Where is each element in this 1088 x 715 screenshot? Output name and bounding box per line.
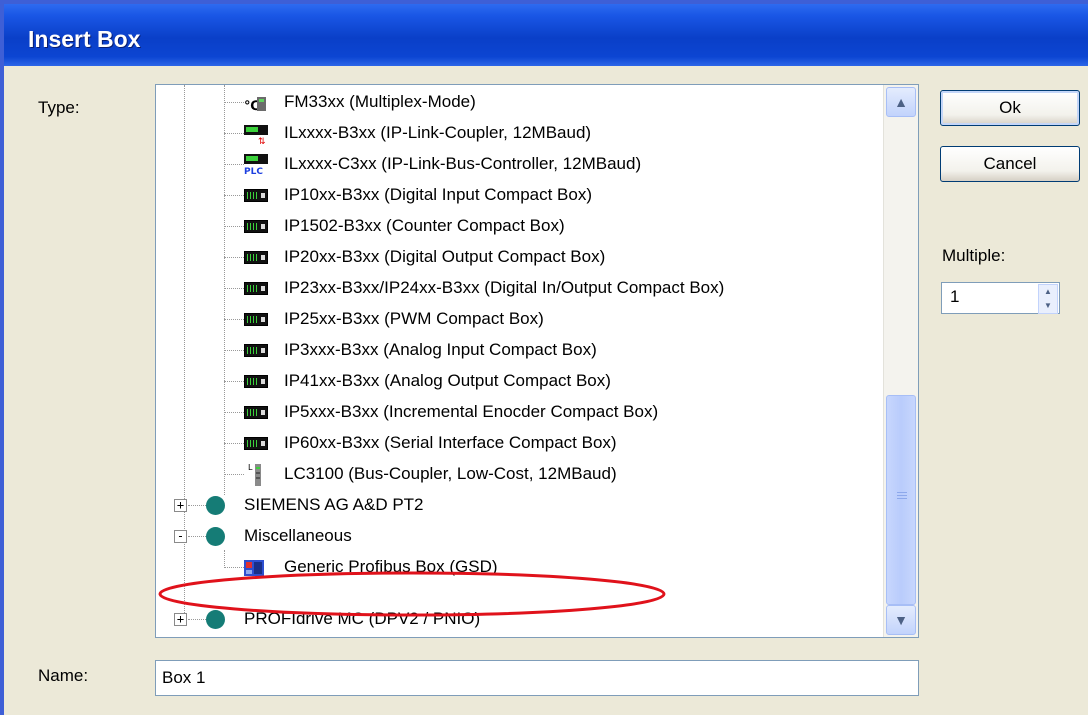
vendor-icon — [206, 610, 225, 629]
tree-item-label: ILxxxx-C3xx (IP-Link-Bus-Controller, 12M… — [284, 154, 642, 173]
tree-item-label: IP3xxx-B3xx (Analog Input Compact Box) — [284, 340, 597, 359]
compact-box-icon — [244, 344, 268, 357]
tree-item-ilxxxx-c3xx[interactable]: PLC ILxxxx-C3xx (IP-Link-Bus-Controller,… — [156, 149, 876, 179]
chevron-up-icon: ▲ — [894, 94, 908, 110]
compact-box-icon — [244, 406, 268, 419]
compact-box-icon — [244, 251, 268, 264]
multiple-value: 1 — [950, 287, 960, 306]
compact-box-icon — [244, 189, 268, 202]
tree-item-ip5xxx[interactable]: IP5xxx-B3xx (Incremental Enocder Compact… — [156, 397, 876, 427]
expand-toggle[interactable]: + — [174, 499, 187, 512]
tree-item-label: IP10xx-B3xx (Digital Input Compact Box) — [284, 185, 593, 204]
name-field[interactable]: Box 1 — [155, 660, 919, 696]
bus-coupler-icon: L — [248, 462, 264, 488]
svg-text:L: L — [248, 463, 253, 472]
tree-item-ip25xx[interactable]: IP25xx-B3xx (PWM Compact Box) — [156, 304, 876, 334]
tree-item-label: PROFIdrive MC (DPV2 / PNIO) — [244, 609, 481, 628]
tree-item-label: IP5xxx-B3xx (Incremental Enocder Compact… — [284, 402, 659, 421]
tree-item-label: IP20xx-B3xx (Digital Output Compact Box) — [284, 247, 606, 266]
profibus-box-icon — [244, 558, 266, 576]
scroll-up-button[interactable]: ▲ — [886, 87, 916, 117]
tree-item-label: IP23xx-B3xx/IP24xx-B3xx (Digital In/Outp… — [284, 278, 725, 297]
compact-box-icon — [244, 220, 268, 233]
tree-item-label: IP60xx-B3xx (Serial Interface Compact Bo… — [284, 433, 617, 452]
tree-item-label: IP41xx-B3xx (Analog Output Compact Box) — [284, 371, 611, 390]
tree-item-siemens[interactable]: + SIEMENS AG A&D PT2 — [156, 490, 876, 520]
compact-box-icon — [244, 313, 268, 326]
chevron-down-icon: ▼ — [894, 612, 908, 628]
type-tree[interactable]: ℃ FM33xx (Multiplex-Mode) ⇅ ILxxxx-B3xx … — [155, 84, 919, 638]
svg-text:PLC: PLC — [244, 167, 263, 175]
title-bar[interactable]: Insert Box — [4, 4, 1088, 66]
tree-item-lc3100[interactable]: L LC3100 (Bus-Coupler, Low-Cost, 12MBaud… — [156, 459, 876, 489]
coupler-icon: ⇅ — [244, 124, 270, 147]
type-label: Type: — [38, 98, 80, 117]
plc-controller-icon: PLC — [244, 153, 270, 177]
tree-item-label: ILxxxx-B3xx (IP-Link-Coupler, 12MBaud) — [284, 123, 592, 142]
tree-item-ip1502[interactable]: IP1502-B3xx (Counter Compact Box) — [156, 211, 876, 241]
multiple-label: Multiple: — [942, 246, 1006, 265]
scrollbar-thumb[interactable] — [886, 395, 916, 605]
name-value: Box 1 — [162, 668, 206, 687]
fm-module-icon: ℃ — [244, 93, 268, 114]
tree-scrollbar[interactable]: ▲ ▼ — [883, 85, 918, 637]
increment-icon[interactable]: ▲ — [1039, 285, 1057, 299]
tree-item-label: FM33xx (Multiplex-Mode) — [284, 92, 476, 111]
tree-item-label: Generic Profibus Box (GSD) — [284, 557, 498, 576]
tree-item-ip3xxx[interactable]: IP3xxx-B3xx (Analog Input Compact Box) — [156, 335, 876, 365]
tree-item-miscellaneous[interactable]: - Miscellaneous — [156, 521, 876, 551]
compact-box-icon — [244, 375, 268, 388]
collapse-toggle[interactable]: - — [174, 530, 187, 543]
tree-item-ip23xx[interactable]: IP23xx-B3xx/IP24xx-B3xx (Digital In/Outp… — [156, 273, 876, 303]
compact-box-icon — [244, 282, 268, 295]
expand-toggle[interactable]: + — [174, 613, 187, 626]
compact-box-icon — [244, 437, 268, 450]
tree-item-label: IP1502-B3xx (Counter Compact Box) — [284, 216, 565, 235]
tree-item-generic-profibus[interactable]: Generic Profibus Box (GSD) — [156, 550, 876, 582]
tree-item-ip20xx[interactable]: IP20xx-B3xx (Digital Output Compact Box) — [156, 242, 876, 272]
tree-item-label: SIEMENS AG A&D PT2 — [244, 495, 424, 514]
vendor-icon — [206, 527, 225, 546]
tree-item-profidrive[interactable]: + PROFIdrive MC (DPV2 / PNIO) — [156, 604, 876, 634]
multiple-spin-input[interactable]: 1 ▲ ▼ — [941, 282, 1060, 314]
cancel-button[interactable]: Cancel — [940, 146, 1080, 182]
vendor-icon — [206, 496, 225, 515]
scroll-down-button[interactable]: ▼ — [886, 605, 916, 635]
tree-item-label: IP25xx-B3xx (PWM Compact Box) — [284, 309, 544, 328]
tree-item-ip10xx[interactable]: IP10xx-B3xx (Digital Input Compact Box) — [156, 180, 876, 210]
window-title: Insert Box — [28, 26, 141, 52]
tree-item-ilxxxx-b3xx[interactable]: ⇅ ILxxxx-B3xx (IP-Link-Coupler, 12MBaud) — [156, 118, 876, 148]
name-label: Name: — [38, 666, 89, 685]
tree-item-fm33xx[interactable]: ℃ FM33xx (Multiplex-Mode) — [156, 87, 876, 117]
ok-button[interactable]: Ok — [940, 90, 1080, 126]
tree-item-ip41xx[interactable]: IP41xx-B3xx (Analog Output Compact Box) — [156, 366, 876, 396]
svg-text:⇅: ⇅ — [258, 137, 266, 144]
decrement-icon[interactable]: ▼ — [1039, 299, 1057, 313]
tree-item-label: Miscellaneous — [244, 526, 352, 545]
quantity-stepper[interactable]: ▲ ▼ — [1038, 284, 1058, 314]
tree-item-label: LC3100 (Bus-Coupler, Low-Cost, 12MBaud) — [284, 464, 617, 483]
tree-item-ip60xx[interactable]: IP60xx-B3xx (Serial Interface Compact Bo… — [156, 428, 876, 458]
